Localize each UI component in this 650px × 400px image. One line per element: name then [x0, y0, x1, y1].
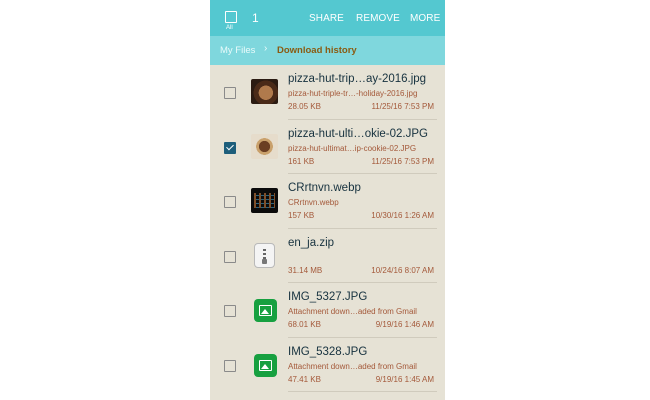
remove-button[interactable]: REMOVE	[356, 13, 400, 24]
item-checkbox[interactable]	[224, 196, 236, 208]
file-manager-screen: All 1 SHARE REMOVE MORE My Files › Downl…	[210, 0, 445, 400]
file-subtitle: pizza-hut-ultimat…ip-cookie-02.JPG	[288, 143, 417, 153]
file-date: 11/25/16 7:53 PM	[371, 156, 434, 166]
item-checkbox[interactable]	[224, 305, 236, 317]
divider	[288, 391, 437, 392]
item-checkbox[interactable]	[224, 141, 236, 154]
breadcrumb-my-files[interactable]: My Files	[220, 45, 255, 56]
file-subtitle: Attachment down…aded from Gmail	[288, 307, 417, 316]
file-size: 68.01 KB	[288, 320, 321, 329]
gallery-icon	[254, 299, 277, 322]
more-button[interactable]: MORE	[410, 13, 440, 24]
item-checkbox[interactable]	[224, 250, 236, 263]
item-checkbox[interactable]	[224, 359, 236, 372]
select-all-checkbox[interactable]	[225, 11, 237, 23]
list-item[interactable]: CRrtnvn.webp CRrtnvn.webp 157 KB 10/30/1…	[210, 174, 445, 229]
file-size: 47.41 KB	[288, 374, 321, 384]
image-thumbnail-icon	[251, 188, 278, 213]
file-subtitle: pizza-hut-triple-tr…-holiday-2016.jpg	[288, 89, 418, 98]
file-name: IMG_5327.JPG	[288, 291, 368, 303]
selection-action-bar: All 1 SHARE REMOVE MORE	[210, 0, 445, 36]
breadcrumb: My Files › Download history	[210, 36, 445, 65]
file-name: IMG_5328.JPG	[288, 345, 368, 358]
file-size: 157 KB	[288, 211, 315, 220]
list-item[interactable]: pizza-hut-trip…ay-2016.jpg pizza-hut-tri…	[210, 65, 445, 120]
cookie-thumbnail-icon	[251, 133, 278, 159]
item-checkbox[interactable]	[224, 87, 236, 99]
list-item[interactable]: en_ja.zip 31.14 MB 10/24/16 8:07 AM	[210, 229, 445, 283]
file-size: 28.05 KB	[288, 102, 321, 111]
file-name: pizza-hut-ulti…okie-02.JPG	[288, 127, 428, 140]
share-button[interactable]: SHARE	[309, 13, 344, 24]
file-size: 31.14 MB	[288, 265, 323, 275]
pizza-thumbnail-icon	[251, 79, 278, 104]
breadcrumb-download-history: Download history	[277, 45, 357, 56]
list-item[interactable]: IMG_5327.JPG Attachment down…aded from G…	[210, 283, 445, 338]
file-name: en_ja.zip	[288, 236, 335, 249]
file-list: pizza-hut-trip…ay-2016.jpg pizza-hut-tri…	[210, 65, 445, 392]
file-name: pizza-hut-trip…ay-2016.jpg	[288, 73, 427, 85]
file-size: 161 KB	[288, 156, 315, 166]
file-date: 10/30/16 1:26 AM	[371, 211, 434, 220]
list-item[interactable]: pizza-hut-ulti…okie-02.JPG pizza-hut-ult…	[210, 120, 445, 174]
chevron-right-icon: ›	[264, 43, 268, 54]
zip-file-icon	[254, 242, 275, 268]
gallery-icon	[254, 353, 277, 377]
file-name: CRrtnvn.webp	[288, 182, 361, 194]
selected-count: 1	[252, 11, 259, 25]
file-date: 10/24/16 8:07 AM	[371, 265, 434, 275]
list-item[interactable]: IMG_5328.JPG Attachment down…aded from G…	[210, 338, 445, 392]
file-subtitle: CRrtnvn.webp	[288, 198, 339, 207]
file-date: 9/19/16 1:46 AM	[375, 320, 434, 329]
file-date: 9/19/16 1:45 AM	[375, 374, 434, 384]
select-all-label: All	[226, 25, 233, 31]
file-date: 11/25/16 7:53 PM	[371, 102, 434, 111]
file-subtitle: Attachment down…aded from Gmail	[288, 361, 417, 371]
